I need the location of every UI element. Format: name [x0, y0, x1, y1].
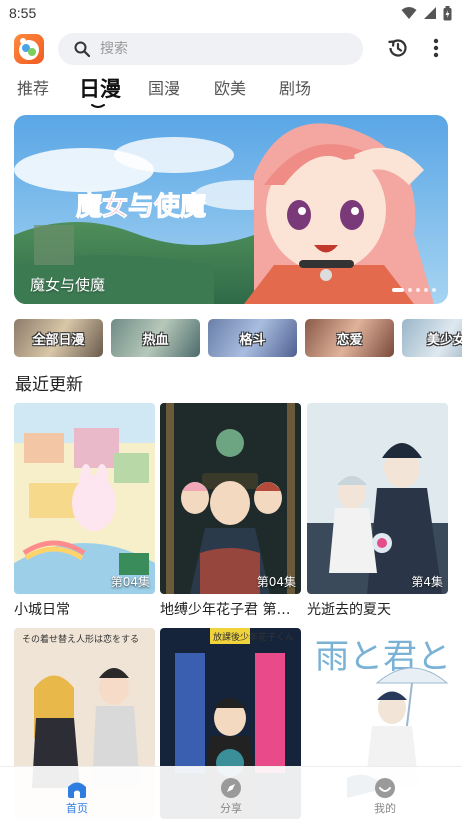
genre-chips: 全部日漫 热血 格斗 恋爱 美少女 [14, 319, 462, 357]
app-logo[interactable] [14, 34, 44, 64]
genre-romance[interactable]: 恋爱 [305, 319, 394, 357]
anime-cover: 第04集 [160, 403, 301, 594]
category-tabs: 推荐 日漫 国漫 欧美 剧场 [0, 74, 462, 108]
status-icons [401, 5, 452, 21]
anime-title: 地缚少年花子君 第二季 [160, 602, 301, 618]
profile-icon [375, 778, 395, 798]
anime-title: 小城日常 [14, 602, 70, 618]
status-time: 8:55 [9, 5, 37, 21]
banner-pagination [392, 288, 436, 292]
genre-label: 格斗 [239, 332, 266, 348]
anime-card[interactable]: 第04集 地缚少年花子君 第二季 [160, 403, 301, 619]
signal-icon [424, 7, 436, 19]
genre-all-japanese[interactable]: 全部日漫 [14, 319, 103, 357]
pagination-dot [416, 288, 420, 292]
history-icon[interactable] [386, 36, 410, 60]
home-icon [68, 782, 86, 798]
episode-badge: 第4集 [411, 575, 443, 589]
cover-text: 放課後少年花子くん [213, 631, 294, 643]
genre-label: 热血 [142, 332, 169, 348]
nav-label: 首页 [66, 802, 88, 815]
more-options-icon[interactable] [428, 36, 444, 60]
tab-chinese-anime[interactable]: 国漫 [148, 74, 180, 108]
section-title-recent-updates: 最近更新 [15, 375, 83, 395]
anime-title: 光逝去的夏天 [307, 602, 391, 618]
bottom-navigation: 首页 分享 我的 [0, 766, 462, 821]
status-bar: 8:55 [0, 0, 462, 26]
wifi-icon [401, 7, 417, 19]
episode-badge: 第04集 [256, 575, 296, 589]
search-icon [74, 41, 90, 57]
tab-recommend[interactable]: 推荐 [17, 74, 49, 108]
search-input[interactable] [100, 41, 330, 57]
banner-art-text: 魔女与使魔 [76, 191, 206, 222]
genre-hot-blood[interactable]: 热血 [111, 319, 200, 357]
top-bar [0, 30, 462, 68]
genre-label: 恋爱 [336, 332, 363, 348]
genre-label: 美少女 [426, 332, 462, 348]
nav-label: 分享 [220, 802, 242, 815]
nav-home[interactable]: 首页 [0, 767, 154, 821]
nav-share[interactable]: 分享 [154, 767, 308, 821]
pagination-dot [432, 288, 436, 292]
anime-card[interactable]: 第04集 小城日常 [14, 403, 155, 619]
pagination-dot-active [392, 288, 404, 292]
pagination-dot [424, 288, 428, 292]
pagination-dot [408, 288, 412, 292]
genre-pretty-girl[interactable]: 美少女 [402, 319, 462, 357]
anime-card[interactable]: 第4集 光逝去的夏天 [307, 403, 448, 619]
tab-western[interactable]: 欧美 [214, 74, 246, 108]
genre-label: 全部日漫 [32, 332, 85, 348]
nav-label: 我的 [374, 802, 396, 815]
genre-fighting[interactable]: 格斗 [208, 319, 297, 357]
anime-cover: 第04集 [14, 403, 155, 594]
battery-icon [443, 5, 452, 20]
search-bar[interactable] [58, 33, 363, 65]
featured-banner[interactable]: 魔女与使魔 魔女与使魔 [14, 115, 448, 304]
nav-profile[interactable]: 我的 [308, 767, 462, 821]
anime-cover: 第4集 [307, 403, 448, 594]
banner-caption: 魔女与使魔 [30, 276, 106, 294]
cover-text: その着せ替え人形は恋をする [22, 633, 139, 645]
tab-japanese-anime[interactable]: 日漫 [79, 74, 121, 108]
compass-icon [221, 778, 241, 798]
tab-theater[interactable]: 剧场 [279, 74, 311, 108]
episode-badge: 第04集 [110, 575, 150, 589]
active-tab-indicator [91, 104, 105, 108]
